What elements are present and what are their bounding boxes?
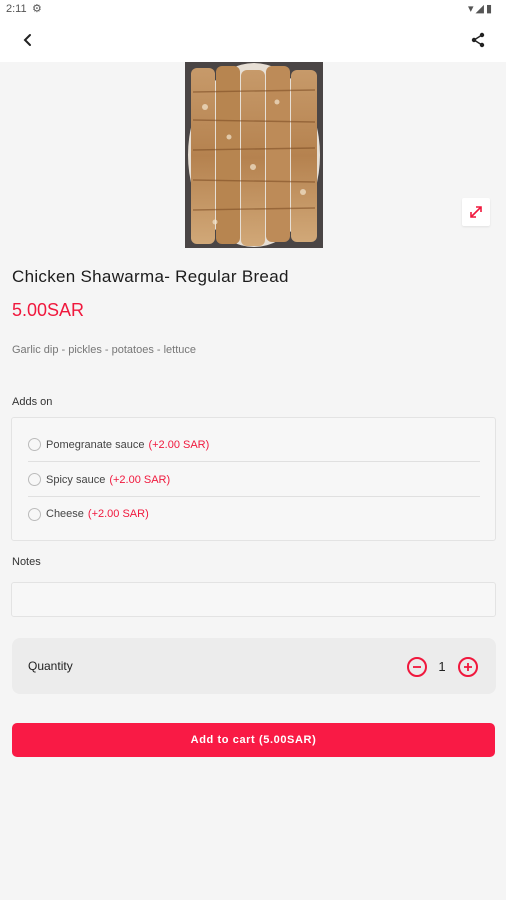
notes-label: Notes bbox=[12, 556, 41, 568]
battery-icon: ▮ bbox=[485, 3, 494, 15]
status-bar: 2:11 ⚙ ▾◢▮ bbox=[0, 0, 506, 18]
add-to-cart-button[interactable]: Add to cart (5.00SAR) bbox=[12, 723, 495, 757]
share-icon bbox=[471, 32, 485, 48]
decrease-quantity-button[interactable] bbox=[407, 657, 427, 677]
addon-option[interactable]: Cheese (+2.00 SAR) bbox=[28, 497, 480, 531]
radio-button[interactable] bbox=[28, 507, 41, 521]
addon-price: (+2.00 SAR) bbox=[148, 438, 210, 451]
expand-icon bbox=[470, 206, 482, 218]
addon-name: Pomegranate sauce bbox=[46, 438, 145, 451]
addon-name: Spicy sauce bbox=[46, 473, 106, 486]
addons-list: Pomegranate sauce (+2.00 SAR) Spicy sauc… bbox=[11, 417, 496, 541]
minus-icon bbox=[413, 666, 421, 668]
increase-quantity-button[interactable] bbox=[458, 657, 478, 677]
radio-button[interactable] bbox=[28, 438, 41, 451]
shawarma-photo bbox=[185, 62, 323, 248]
quantity-label: Quantity bbox=[28, 659, 73, 673]
addon-price: (+2.00 SAR) bbox=[109, 473, 171, 486]
status-icons: ▾◢▮ bbox=[468, 2, 494, 15]
addon-name: Cheese bbox=[46, 508, 84, 520]
signal-icon: ◢ bbox=[475, 3, 486, 15]
expand-image-button[interactable] bbox=[462, 198, 490, 226]
addon-option[interactable]: Pomegranate sauce (+2.00 SAR) bbox=[28, 428, 480, 462]
product-image bbox=[185, 62, 323, 248]
quantity-value: 1 bbox=[438, 659, 446, 674]
share-button[interactable] bbox=[466, 28, 490, 52]
chevron-left-icon bbox=[23, 34, 31, 46]
radio-button[interactable] bbox=[28, 473, 41, 486]
app-bar bbox=[0, 18, 506, 62]
settings-gear-icon: ⚙ bbox=[32, 3, 42, 15]
addons-label: Adds on bbox=[12, 396, 53, 408]
addon-price: (+2.00 SAR) bbox=[87, 508, 149, 520]
notes-field[interactable] bbox=[11, 582, 496, 617]
product-title: Chicken Shawarma- Regular Bread bbox=[12, 267, 289, 286]
status-time: 2:11 bbox=[6, 3, 27, 15]
product-description: Garlic dip - pickles - potatoes - lettuc… bbox=[12, 344, 197, 356]
product-price: 5.00SAR bbox=[12, 300, 85, 320]
back-button[interactable] bbox=[16, 28, 40, 52]
addon-option[interactable]: Spicy sauce (+2.00 SAR) bbox=[28, 463, 480, 497]
plus-icon bbox=[464, 663, 472, 671]
quantity-stepper: Quantity 1 bbox=[12, 638, 496, 694]
